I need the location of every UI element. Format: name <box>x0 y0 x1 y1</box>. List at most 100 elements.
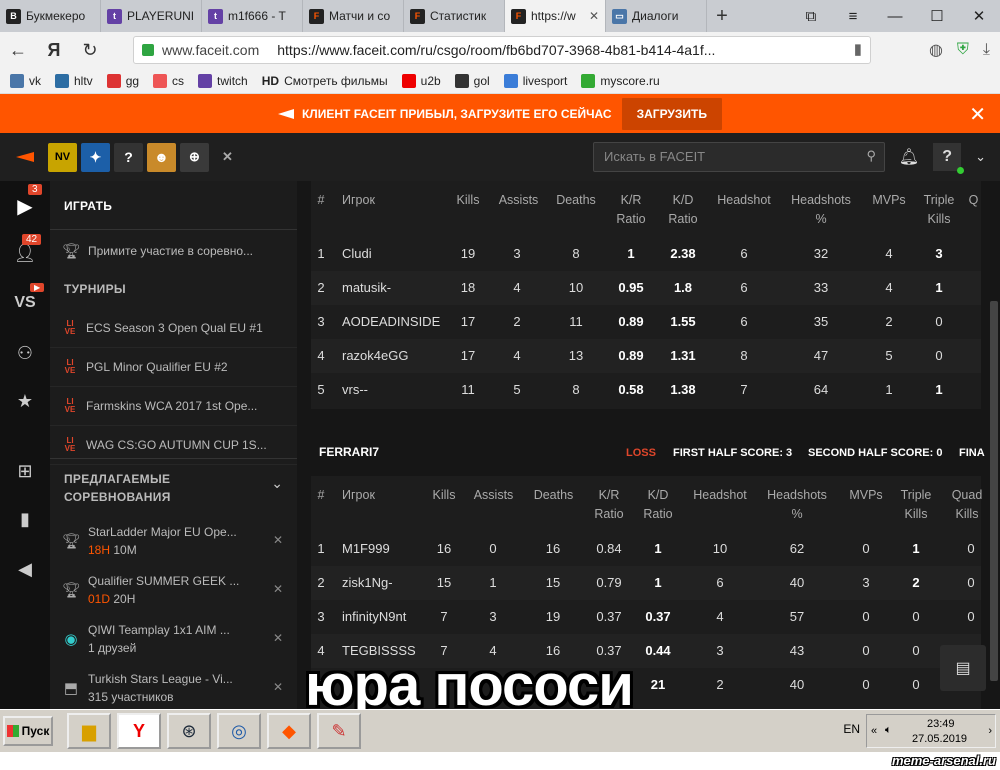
column-header[interactable]: Triple Kills <box>917 191 961 229</box>
url-field[interactable]: www.faceit.com https://www.faceit.com/ru… <box>133 36 871 64</box>
invite-player-icon[interactable]: ⊕ <box>180 142 209 172</box>
bookmark-item[interactable]: u2b <box>401 73 441 88</box>
star-icon[interactable]: ★ <box>0 381 50 421</box>
language-indicator[interactable]: EN <box>843 722 860 736</box>
bookmark-item[interactable]: vk <box>10 73 41 88</box>
dismiss-icon[interactable]: ✕ <box>273 631 283 645</box>
table-row[interactable]: 1 M1F999 16 0 16 0.84 1 10 62 0 1 0 <box>311 532 981 566</box>
bookmark-item[interactable]: livesport <box>503 73 567 88</box>
teams-icon[interactable]: ⚇ <box>0 333 50 373</box>
avatar[interactable]: ✦ <box>81 142 110 172</box>
column-header[interactable]: # <box>311 191 331 210</box>
table-row[interactable]: 2 zisk1Ng- 15 1 15 0.79 1 6 40 3 2 0 <box>311 566 981 600</box>
column-header[interactable]: Assists <box>466 486 521 505</box>
tab-close-icon[interactable]: ✕ <box>589 9 599 23</box>
tournament-item[interactable]: LI VE WAG CS:GO AUTUMN CUP 1S... <box>50 431 297 459</box>
table-row[interactable]: 4 razok4eGG 17 4 13 0.89 1.31 8 47 5 0 <box>311 339 981 373</box>
dismiss-icon[interactable]: ✕ <box>273 582 283 596</box>
column-header[interactable]: K/D Ratio <box>660 191 706 229</box>
play-heading[interactable]: ИГРАТЬ <box>64 199 112 213</box>
paint-icon[interactable]: ✎ <box>317 713 361 749</box>
browser-tab[interactable]: F Матчи и со <box>303 0 404 32</box>
suggested-item[interactable]: ⬒ Turkish Stars League - Vi... 315 участни… <box>50 668 297 708</box>
browser-tab[interactable]: Fhttps://w ✕ <box>505 0 606 32</box>
column-header[interactable]: K/R Ratio <box>608 191 654 229</box>
table-row[interactable]: 3 AODEADINSIDE 17 2 11 0.89 1.55 6 35 2 0 <box>311 305 981 339</box>
yandex-icon[interactable]: Я <box>36 40 72 61</box>
column-header[interactable]: Quad Kills <box>947 486 987 524</box>
column-header[interactable]: Headshot <box>685 486 755 505</box>
column-header[interactable]: # <box>311 486 331 505</box>
browser-tab[interactable]: t PLAYERUNI <box>101 0 202 32</box>
suggested-item[interactable]: 🏆︎ StarLadder Major EU Ope... 18H 10M ✕ <box>50 521 297 561</box>
minimize-icon[interactable]: — <box>874 0 916 32</box>
close-party-icon[interactable]: ✕ <box>213 143 242 172</box>
play-icon[interactable]: ▶ <box>0 186 50 226</box>
search-icon[interactable]: ⚲ <box>866 148 876 164</box>
start-button[interactable]: Пуск <box>3 716 53 746</box>
column-header[interactable]: MVPs <box>844 486 888 505</box>
protect-icon[interactable]: ⛨ <box>957 41 969 59</box>
column-header[interactable]: Игрок <box>342 486 402 505</box>
chat-icon[interactable]: ▤ <box>940 645 986 691</box>
banner-close-icon[interactable]: ✕ <box>969 102 986 127</box>
column-header[interactable]: Headshots% <box>786 191 856 229</box>
column-header[interactable]: Headshot <box>709 191 779 210</box>
folder-icon[interactable]: ▆ <box>67 713 111 749</box>
navi-avatar[interactable]: NV <box>48 142 77 172</box>
faceit-anticheat-icon[interactable]: ◆ <box>267 713 311 749</box>
column-header[interactable]: Q <box>966 191 981 210</box>
party-slot-unknown[interactable]: ? <box>114 142 143 172</box>
download-button[interactable]: ЗАГРУЗИТЬ <box>621 97 722 130</box>
column-header[interactable]: Kills <box>424 486 464 505</box>
download-icon[interactable]: ⤓ <box>983 41 990 59</box>
dismiss-icon[interactable]: ✕ <box>273 680 283 694</box>
steam-icon[interactable]: ⊛ <box>167 713 211 749</box>
back-icon[interactable]: ← <box>0 40 36 61</box>
teamspeak-icon[interactable]: ◎ <box>217 713 261 749</box>
avatar[interactable]: ☻ <box>147 142 176 172</box>
bookmark-item[interactable]: gol <box>454 73 490 88</box>
browser-tab[interactable]: B Букмекеро <box>0 0 101 32</box>
table-row[interactable]: 1 Cludi 19 3 8 1 2.38 6 32 4 3 <box>311 237 981 271</box>
tabs-icon[interactable]: ⧉ <box>790 0 832 32</box>
tray-expand-icon[interactable]: › <box>988 725 992 737</box>
yandex-browser-icon[interactable]: Y <box>117 713 161 749</box>
tournament-item[interactable]: LI VE Farmskins WCA 2017 1st Ope... <box>50 392 297 420</box>
column-header[interactable]: MVPs <box>867 191 911 210</box>
suggested-item[interactable]: ◉ QIWI Teamplay 1x1 AIM ... 1 друзей ✕ <box>50 619 297 659</box>
bookmark-item[interactable]: twitch <box>198 73 248 88</box>
table-row[interactable]: 5 vrs-- 11 5 8 0.58 1.38 7 64 1 1 <box>311 373 981 407</box>
column-header[interactable]: Headshots% <box>762 486 832 524</box>
browser-tab[interactable]: t m1f666 - T <box>202 0 303 32</box>
new-tab-icon[interactable]: + <box>707 0 737 32</box>
faceit-arrow-icon[interactable]: ◀ <box>0 549 50 589</box>
reload-icon[interactable]: ↻ <box>72 40 108 61</box>
bookmark-item[interactable]: cs <box>153 73 184 88</box>
bookmark-icon[interactable]: ▮ <box>854 40 862 58</box>
search-input[interactable]: Искать в FACEIT ⚲ <box>593 142 885 172</box>
bookmark-item[interactable]: gg <box>106 73 139 88</box>
menu-icon[interactable]: ≡ <box>832 0 874 32</box>
maximize-icon[interactable]: ☐ <box>916 0 958 32</box>
faceit-logo-icon[interactable] <box>16 152 34 162</box>
bookmark-item[interactable]: HD Смотреть фильмы <box>262 74 388 88</box>
column-header[interactable]: Игрок <box>342 191 402 210</box>
table-row[interactable]: 3 infinityN9nt 7 3 19 0.37 0.37 4 57 0 0 0 <box>311 600 981 634</box>
chevron-down-icon[interactable]: ⌄ <box>271 475 283 492</box>
column-header[interactable]: K/D Ratio <box>633 486 683 524</box>
column-header[interactable]: Assists <box>491 191 546 210</box>
tray-arrows-icon[interactable]: « <box>871 725 877 737</box>
tournament-item[interactable]: LI VE PGL Minor Qualifier EU #2 <box>50 353 297 381</box>
help-button[interactable]: ? <box>933 143 965 174</box>
browser-tab[interactable]: F Статистик <box>404 0 505 32</box>
globe-icon[interactable]: ◍ <box>929 40 943 60</box>
bell-icon[interactable]: 🔔︎ <box>899 147 919 167</box>
volume-icon[interactable]: 🔈︎ <box>885 724 892 737</box>
scrollbar[interactable] <box>990 301 998 681</box>
table-row[interactable]: 2 matusik- 18 4 10 0.95 1.8 6 33 4 1 <box>311 271 981 305</box>
dismiss-icon[interactable]: ✕ <box>273 533 283 547</box>
join-competition-item[interactable]: 🏆︎ Примите участие в соревно... <box>50 241 297 261</box>
column-header[interactable]: Triple Kills <box>894 486 938 524</box>
column-header[interactable]: Deaths <box>551 191 601 210</box>
